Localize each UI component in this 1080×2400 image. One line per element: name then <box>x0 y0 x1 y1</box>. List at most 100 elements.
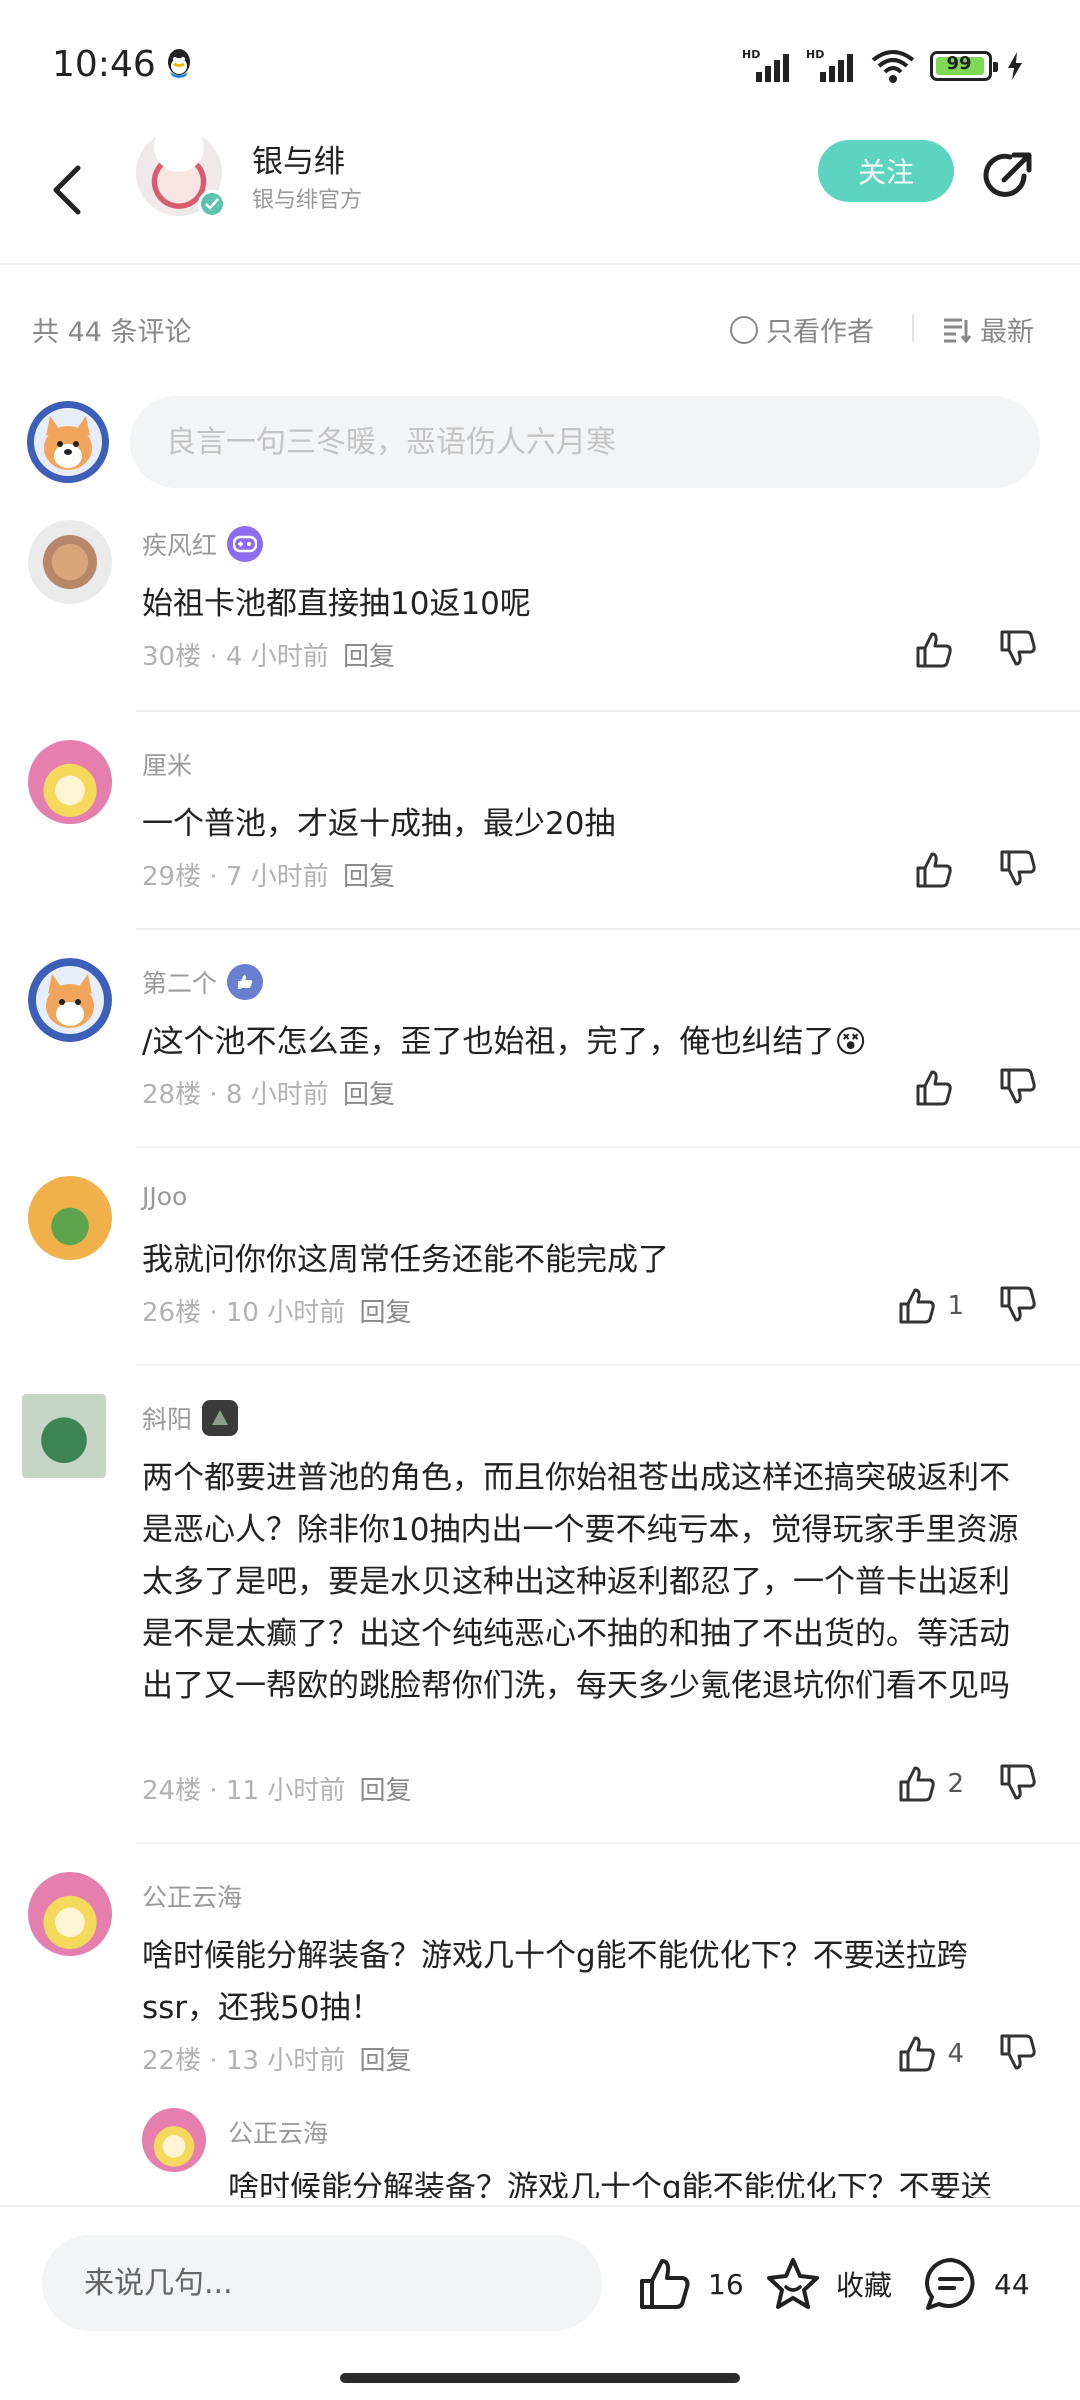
floor-number: 26楼 <box>142 1298 202 1328</box>
reply-button[interactable]: 回复 <box>360 1298 412 1328</box>
author-avatar[interactable] <box>136 130 226 218</box>
comment-actions: 1 <box>895 1282 1040 1330</box>
like-count: 1 <box>947 1291 964 1321</box>
reply-button[interactable]: 回复 <box>343 642 395 672</box>
thumbs-up-icon <box>916 1070 952 1106</box>
post-like-count: 16 <box>708 2267 744 2301</box>
thumbs-up-icon <box>899 2036 936 2072</box>
commenter-avatar[interactable] <box>28 740 112 824</box>
commenter-avatar[interactable] <box>28 958 112 1042</box>
dislike-button[interactable] <box>996 1282 1040 1330</box>
like-button[interactable] <box>912 1066 964 1110</box>
thumbs-up-icon <box>916 632 952 668</box>
like-button[interactable]: 2 <box>895 1762 964 1806</box>
comment-meta: 26楼 · 10 小时前 回复 <box>142 1298 412 1328</box>
comment-text: 一个普池，才返十成抽，最少20抽 <box>142 806 616 842</box>
collect-button[interactable]: 收藏 <box>764 2255 892 2313</box>
comment-time: 11 小时前 <box>225 1776 346 1806</box>
divider <box>136 1842 1080 1844</box>
thumbs-down-icon <box>1000 1068 1036 1104</box>
reply-button[interactable]: 回复 <box>343 1080 395 1110</box>
thumbs-down-icon <box>1000 1764 1036 1800</box>
back-button[interactable] <box>50 150 94 230</box>
commenter-avatar[interactable] <box>142 2108 206 2172</box>
commenter-name-row: 公正云海 <box>142 1878 242 1914</box>
comment-bubble-icon <box>925 2258 975 2310</box>
commenter-name-row: 斜阳 <box>142 1400 239 1436</box>
reply-button[interactable]: 回复 <box>360 2046 412 2076</box>
emoji: 😵 <box>834 1024 867 1060</box>
floor-number: 29楼 <box>142 862 202 892</box>
verified-icon <box>198 190 226 218</box>
reply-button[interactable]: 回复 <box>343 862 395 892</box>
dislike-button[interactable] <box>996 1760 1040 1808</box>
sub-comment: 公正云海 啥时候能分解装备？游戏几十个g能不能优化下？不要送 <box>142 2108 1080 2198</box>
thumbs-up-icon <box>899 1766 936 1802</box>
commenter-avatar[interactable] <box>22 1394 106 1478</box>
radio-icon <box>730 315 758 344</box>
commenter-name[interactable]: JJoo <box>142 1182 187 1211</box>
like-button[interactable] <box>912 628 964 672</box>
comment-text: /这个池不怎么歪，歪了也始祖，完了，俺也纠结了😵 <box>142 1024 867 1060</box>
author-subtitle: 银与绯官方 <box>252 188 363 213</box>
commenter-avatar[interactable] <box>28 1176 112 1260</box>
commenter-name[interactable]: 疾风红 <box>142 526 217 562</box>
author-only-label: 只看作者 <box>766 317 874 348</box>
commenter-name[interactable]: 公正云海 <box>142 1878 242 1914</box>
comment-text: 两个都要进普池的角色，而且你始祖苍出成这样还搞突破返利不是恶心人？除非你10抽内… <box>142 1460 1019 1704</box>
signal-icon-2: HD <box>806 48 856 84</box>
floor-number: 28楼 <box>142 1080 202 1110</box>
comment-text: 始祖卡池都直接抽10返10呢 <box>142 586 531 622</box>
commenter-name-row: 疾风红 <box>142 526 264 562</box>
reply-input[interactable] <box>42 2235 602 2331</box>
sort-icon <box>944 318 972 343</box>
dislike-button[interactable] <box>996 846 1040 894</box>
thumbs-down-icon <box>1000 1286 1036 1322</box>
like-button[interactable] <box>912 848 964 892</box>
divider <box>136 710 1080 712</box>
comment-time: 10 小时前 <box>225 1298 346 1328</box>
comment-actions: 4 <box>895 2030 1040 2078</box>
comment-time: 8 小时前 <box>225 1080 329 1110</box>
like-button[interactable]: 4 <box>895 2032 964 2076</box>
commenter-name[interactable]: 公正云海 <box>228 2114 328 2150</box>
comments-button[interactable]: 44 <box>922 2255 1030 2313</box>
comment-input[interactable] <box>130 396 1040 488</box>
comment-text: 我就问你你这周常任务还能不能完成了 <box>142 1242 669 1278</box>
comment-meta: 24楼 · 11 小时前 回复 <box>142 1776 412 1806</box>
author-only-toggle[interactable]: 只看作者 <box>730 310 874 349</box>
comment-meta: 22楼 · 13 小时前 回复 <box>142 2046 412 2076</box>
comment-time: 7 小时前 <box>225 862 329 892</box>
comment-filter-bar: 共 44 条评论 只看作者 最新 <box>0 300 1080 360</box>
thumbs-up-icon <box>899 1288 936 1324</box>
comment-actions <box>912 626 1040 674</box>
author-name[interactable]: 银与绯 <box>252 136 345 181</box>
reply-button[interactable]: 回复 <box>360 1776 412 1806</box>
gamepad-badge-icon <box>227 526 264 562</box>
dislike-button[interactable] <box>996 1064 1040 1112</box>
home-indicator[interactable] <box>340 2373 740 2383</box>
sort-toggle[interactable]: 最新 <box>942 310 1034 349</box>
divider <box>136 1146 1080 1148</box>
comment-text: 啥时候能分解装备？游戏几十个g能不能优化下？不要送拉跨ssr，还我50抽！ <box>142 1938 968 2026</box>
thumbs-down-icon <box>1000 2034 1036 2070</box>
comment-item: 公正云海 啥时候能分解装备？游戏几十个g能不能优化下？不要送拉跨ssr，还我50… <box>0 1872 1080 2102</box>
comment-item: 厘米 一个普池，才返十成抽，最少20抽 29楼 · 7 小时前 回复 <box>0 740 1080 940</box>
commenter-avatar[interactable] <box>28 1872 112 1956</box>
commenter-name[interactable]: 第二个 <box>142 964 217 1000</box>
chevron-left-icon <box>53 165 81 215</box>
like-button[interactable]: 1 <box>895 1284 964 1328</box>
thumbs-down-icon <box>1000 850 1036 886</box>
signal-icon: HD <box>742 48 792 84</box>
share-icon[interactable] <box>980 146 1038 204</box>
commenter-avatar[interactable] <box>28 520 112 604</box>
dislike-button[interactable] <box>996 2030 1040 2078</box>
qq-notification-icon <box>168 49 190 78</box>
comment-item: 疾风红 始祖卡池都直接抽10返10呢 30楼 · 4 小时前 回复 <box>0 520 1080 720</box>
floor-number: 30楼 <box>142 642 202 672</box>
commenter-name[interactable]: 斜阳 <box>142 1400 192 1436</box>
commenter-name[interactable]: 厘米 <box>142 746 192 782</box>
follow-button[interactable]: 关注 <box>818 140 954 202</box>
post-like-button[interactable]: 16 <box>636 2255 744 2313</box>
dislike-button[interactable] <box>996 626 1040 674</box>
